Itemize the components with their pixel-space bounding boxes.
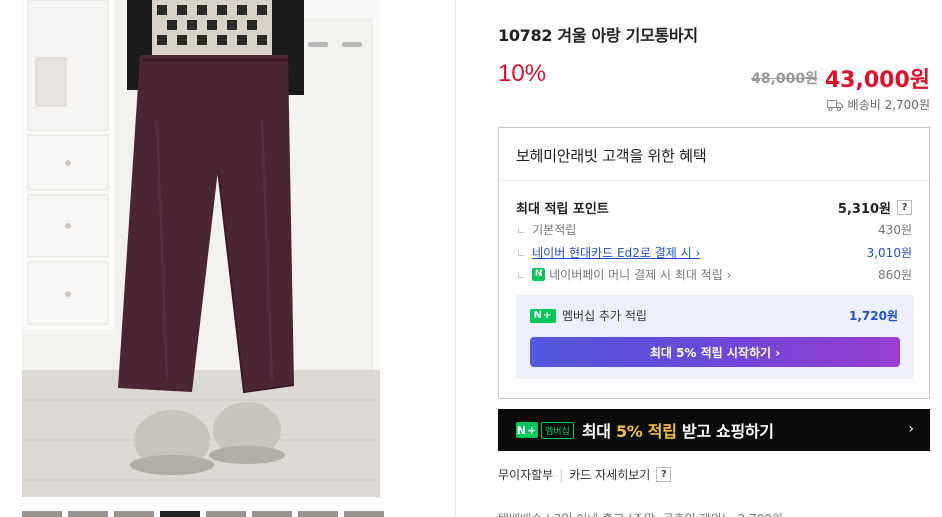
naver-pay-icon: N [532, 268, 546, 281]
thumbnail[interactable] [68, 511, 108, 517]
naver-plus-icon: N+ [516, 422, 538, 438]
npay-points-value: 860원 [878, 268, 912, 282]
membership-row: N+ 멤버십 추가 적립 1,720원 [530, 307, 898, 324]
base-points-value: 430원 [878, 223, 912, 237]
tree-branch-icon: ㄴ [516, 268, 527, 282]
membership-value: 1,720원 [849, 309, 898, 323]
divider [499, 180, 929, 181]
help-icon[interactable]: ? [656, 467, 672, 482]
tree-branch-icon: ㄴ [516, 223, 527, 237]
chevron-right-icon: › [908, 421, 914, 437]
banner-highlight: 5% 적립 [615, 422, 677, 441]
product-title: 10782 겨울 아랑 기모통바지 [498, 26, 698, 45]
product-gallery [0, 0, 456, 517]
membership-tag: 멤버십 [541, 421, 574, 439]
benefit-panel: 보헤미안래빗 고객을 위한 혜택 최대 적립 포인트 5,310원 ? ㄴ 기본적… [498, 127, 930, 399]
product-photo-illustration [22, 0, 380, 497]
benefit-title: 보헤미안래빗 고객을 위한 혜택 [516, 147, 707, 165]
membership-banner[interactable]: N+ 멤버십 최대 5% 적립 받고 쇼핑하기 › [498, 409, 930, 451]
base-points-label: 기본적립 [532, 223, 577, 237]
card-detail-link[interactable]: 카드 자세히보기 [569, 466, 650, 483]
max-points-row: 최대 적립 포인트 5,310원 ? [516, 198, 912, 217]
thumbnail[interactable] [206, 511, 246, 517]
thumbnail[interactable] [114, 511, 154, 517]
payment-options: 무이자할부 | 카드 자세히보기 ? [498, 466, 672, 483]
thumbnail[interactable] [252, 511, 292, 517]
shipping-fee: 배송비 2,700원 [826, 96, 930, 113]
thumbnail[interactable] [298, 511, 338, 517]
card-points-value: 3,010원 [866, 246, 912, 260]
membership-start-button[interactable]: 최대 5% 적립 시작하기 › [530, 337, 900, 367]
shipping-fee-text: 배송비 2,700원 [847, 98, 930, 112]
base-points-row: ㄴ 기본적립 430원 [516, 221, 912, 238]
banner-text: 최대 5% 적립 받고 쇼핑하기 [581, 422, 774, 441]
thumbnail[interactable] [22, 511, 62, 517]
delivery-info: 택배배송 | 3일 이내 출고 (주말, 공휴일 제외) · 2,700원 [498, 510, 783, 517]
membership-label: 멤버십 추가 적립 [562, 309, 647, 323]
naver-plus-membership-badge: N+ 멤버십 [516, 421, 574, 439]
npay-points-row: ㄴ N 네이버페이 머니 결제 시 최대 적립 › 860원 [516, 266, 912, 283]
naver-plus-icon: N+ [530, 308, 556, 323]
product-image[interactable] [22, 0, 380, 497]
max-points-label: 최대 적립 포인트 [516, 202, 609, 217]
help-icon[interactable]: ? [897, 200, 912, 215]
separator: | [559, 467, 564, 482]
max-points-value: 5,310원 [837, 202, 891, 217]
thumbnail-active[interactable] [160, 511, 200, 517]
thumbnail[interactable] [344, 511, 384, 517]
truck-icon [826, 99, 843, 111]
tree-branch-icon: ㄴ [516, 246, 527, 260]
npay-benefit-link[interactable]: 네이버페이 머니 결제 시 최대 적립 › [549, 266, 731, 283]
membership-box: N+ 멤버십 추가 적립 1,720원 최대 5% 적립 시작하기 › [516, 295, 914, 379]
installment-label: 무이자할부 [498, 468, 554, 482]
card-benefit-link[interactable]: 네이버 현대카드 Ed2로 결제 시 › [532, 244, 700, 261]
original-price: 48,000원 [751, 71, 818, 87]
thumbnail-strip [22, 511, 442, 517]
discount-rate: 10% [498, 60, 547, 87]
card-points-row: ㄴ 네이버 현대카드 Ed2로 결제 시 › 3,010원 [516, 244, 912, 261]
sale-price: 43,000원 [824, 68, 930, 93]
